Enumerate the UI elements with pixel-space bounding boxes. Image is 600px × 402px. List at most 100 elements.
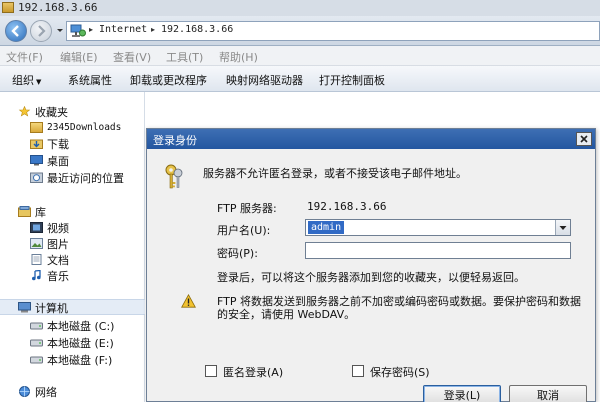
nav-item-label: 文档: [47, 253, 69, 267]
nav-item-label: 本地磁盘 (F:): [47, 353, 113, 367]
dialog-title-bar: 登录身份: [147, 129, 595, 149]
dialog-close-button[interactable]: [576, 132, 592, 146]
ftp-server-label: FTP 服务器:: [217, 202, 277, 215]
music-icon: [32, 270, 41, 281]
nav-item-label: 最近访问的位置: [47, 171, 124, 185]
nav-item-label: 音乐: [47, 269, 69, 283]
nav-libraries-label: 库: [35, 205, 46, 219]
nav-computer-label: 计算机: [35, 301, 68, 315]
nav-drive-f[interactable]: 本地磁盘 (F:): [30, 352, 112, 367]
hard-drive-icon: [30, 356, 43, 364]
username-combobox[interactable]: admin: [305, 219, 571, 236]
network-location-icon: [70, 24, 86, 37]
breadcrumb-separator[interactable]: ▸: [89, 25, 93, 34]
username-dropdown-button[interactable]: [555, 220, 570, 235]
nav-item-videos[interactable]: 视频: [30, 220, 69, 235]
warning-icon: [181, 294, 196, 308]
save-password-checkbox[interactable]: [352, 365, 364, 377]
login-info-text: 登录后，可以将这个服务器添加到您的收藏夹，以便轻易返回。: [217, 271, 525, 284]
nav-item-label: 下载: [47, 137, 69, 151]
dialog-title: 登录身份: [153, 134, 197, 147]
menu-view[interactable]: 查看(V): [113, 49, 151, 65]
password-field[interactable]: [305, 242, 571, 259]
system-properties-button[interactable]: 系统属性: [68, 72, 112, 88]
desktop-icon: [30, 155, 43, 166]
library-icon: [18, 206, 31, 217]
nav-item-music[interactable]: 音乐: [30, 268, 69, 283]
menu-tools[interactable]: 工具(T): [166, 49, 203, 65]
nav-item-label: 2345Downloads: [47, 122, 122, 133]
login-button[interactable]: 登录(L): [423, 385, 501, 402]
save-password-label: 保存密码(S): [370, 366, 430, 379]
nav-item-label: 桌面: [47, 154, 69, 168]
star-icon: [18, 106, 31, 117]
network-icon: [19, 386, 30, 397]
nav-drive-c[interactable]: 本地磁盘 (C:): [30, 318, 114, 333]
arrow-right-icon: [38, 25, 46, 37]
organize-button[interactable]: 组织 ▼: [12, 72, 41, 88]
nav-item-downloads[interactable]: 下载: [30, 136, 69, 151]
menu-edit[interactable]: 编辑(E): [60, 49, 98, 65]
nav-item-pictures[interactable]: 图片: [30, 236, 69, 251]
ftp-server-value: 192.168.3.66: [307, 200, 387, 213]
username-label: 用户名(U):: [217, 224, 271, 237]
menu-help[interactable]: 帮助(H): [219, 49, 258, 65]
recent-places-icon: [30, 172, 43, 183]
nav-item-label: 图片: [47, 237, 69, 251]
login-dialog: 登录身份 服务器不允许匿名登录，或者不接受该电子邮件地址。 FTP 服务器: 1…: [146, 128, 596, 402]
nav-libraries[interactable]: 库: [18, 204, 46, 219]
back-button[interactable]: [5, 20, 27, 42]
video-icon: [30, 222, 43, 233]
command-bar: 组织 ▼ 系统属性 卸载或更改程序 映射网络驱动器 打开控制面板: [0, 66, 600, 92]
close-icon: [580, 135, 588, 143]
nav-network-label: 网络: [35, 385, 57, 399]
nav-drive-e[interactable]: 本地磁盘 (E:): [30, 335, 114, 350]
hard-drive-icon: [30, 322, 43, 330]
picture-icon: [30, 238, 43, 249]
computer-icon: [18, 302, 31, 313]
anonymous-login-label: 匿名登录(A): [223, 366, 284, 379]
breadcrumb-internet[interactable]: Internet: [99, 24, 147, 35]
nav-item-label: 本地磁盘 (E:): [47, 336, 114, 350]
username-value: admin: [308, 221, 345, 234]
organize-label: 组织: [12, 74, 34, 87]
navigation-bar: ▸ Internet ▸ 192.168.3.66: [0, 16, 600, 46]
recent-pages-dropdown[interactable]: [55, 25, 65, 35]
password-label: 密码(P):: [217, 247, 258, 260]
chevron-down-icon: ▼: [36, 78, 42, 86]
keys-icon: [165, 164, 183, 189]
menu-file[interactable]: 文件(F): [6, 49, 43, 65]
nav-item-desktop[interactable]: 桌面: [30, 153, 69, 168]
uninstall-program-button[interactable]: 卸载或更改程序: [130, 72, 207, 88]
hard-drive-icon: [30, 339, 43, 347]
nav-network[interactable]: 网络: [18, 384, 57, 399]
menu-bar: 文件(F) 编辑(E) 查看(V) 工具(T) 帮助(H): [0, 46, 600, 66]
map-network-drive-button[interactable]: 映射网络驱动器: [226, 72, 303, 88]
download-folder-icon: [30, 139, 43, 149]
forward-button[interactable]: [30, 20, 52, 42]
window-title: 192.168.3.66: [18, 1, 98, 14]
chevron-down-icon: [559, 225, 567, 230]
anonymous-login-checkbox[interactable]: [205, 365, 217, 377]
address-bar[interactable]: ▸ Internet ▸ 192.168.3.66: [66, 21, 600, 41]
folder-icon: [30, 122, 43, 133]
nav-item-label: 视频: [47, 221, 69, 235]
window-title-bar: 192.168.3.66: [0, 0, 600, 16]
folder-icon: [2, 2, 14, 13]
navigation-pane: 收藏夹 2345Downloads 下载 桌面 最近访问的位置 库 视频 图片 …: [0, 92, 145, 402]
cancel-button[interactable]: 取消: [509, 385, 587, 402]
open-control-panel-button[interactable]: 打开控制面板: [319, 72, 385, 88]
nav-item-label: 本地磁盘 (C:): [47, 319, 115, 333]
dialog-message: 服务器不允许匿名登录，或者不接受该电子邮件地址。: [203, 167, 467, 180]
nav-item-2345downloads[interactable]: 2345Downloads: [30, 120, 121, 135]
nav-item-documents[interactable]: 文档: [30, 252, 69, 267]
nav-favorites-label: 收藏夹: [35, 105, 68, 119]
breadcrumb-separator[interactable]: ▸: [151, 25, 155, 34]
nav-favorites[interactable]: 收藏夹: [18, 104, 68, 119]
nav-item-recent-places[interactable]: 最近访问的位置: [30, 170, 124, 185]
arrow-left-icon: [11, 25, 19, 37]
warning-text-line-2: 的安全，请使用 WebDAV。: [217, 308, 356, 321]
nav-computer[interactable]: 计算机: [18, 300, 68, 315]
breadcrumb-server[interactable]: 192.168.3.66: [161, 24, 233, 35]
document-icon: [31, 254, 42, 265]
